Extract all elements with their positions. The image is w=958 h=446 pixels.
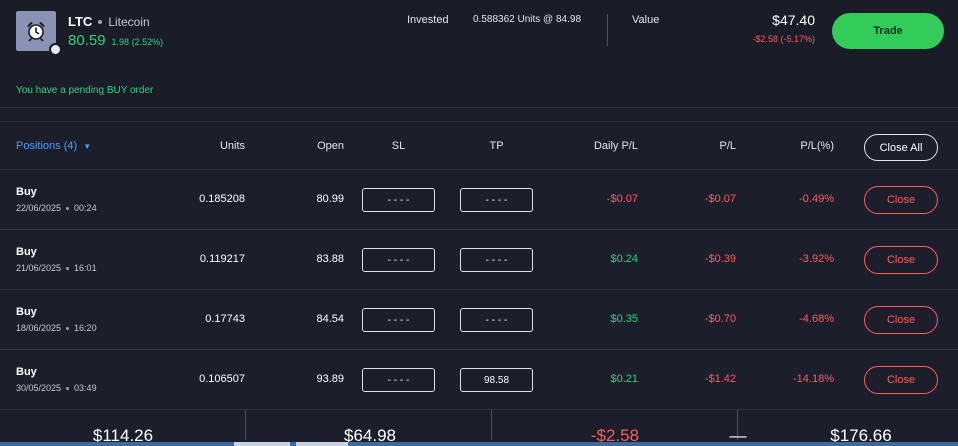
position-units: 0.106507: [199, 373, 245, 385]
separator-dot: [66, 326, 70, 330]
price-line: 80.59 1.98 (2.52%): [68, 32, 163, 49]
close-position-button[interactable]: Close: [864, 246, 938, 274]
table-row[interactable]: Buy 18/06/2025 16:20 0.17743 84.54 - - -…: [0, 290, 958, 350]
position-units: 0.17743: [205, 313, 245, 325]
scrollbar-thumb[interactable]: [234, 442, 290, 446]
table-row[interactable]: Buy 30/05/2025 03:49 0.106507 93.89 - - …: [0, 350, 958, 410]
position-pl-pct: -4.68%: [799, 313, 834, 325]
position-pl: -$1.42: [704, 373, 736, 385]
position-open-rate: 84.54: [316, 313, 344, 325]
totals-footer: $114.26 $64.98 -$2.58 — $176.66: [0, 410, 958, 446]
separator-dot: [66, 386, 70, 390]
take-profit-field[interactable]: - - - -: [460, 188, 533, 212]
stop-loss-field[interactable]: - - - -: [362, 248, 435, 272]
position-daily-pl: $0.21: [610, 373, 638, 385]
invested-value: 0.588362 Units @ 84.98: [473, 14, 582, 25]
position-side: Buy: [16, 366, 37, 378]
invested-label: Invested: [407, 14, 449, 26]
alarm-clock-icon: [27, 22, 45, 42]
instrument-symbol: LTC: [68, 14, 93, 29]
header-sl[interactable]: SL: [362, 140, 435, 152]
trade-button[interactable]: Trade: [832, 13, 944, 49]
table-row[interactable]: Buy 21/06/2025 16:01 0.119217 83.88 - - …: [0, 230, 958, 290]
position-date: 18/06/2025: [16, 323, 62, 333]
close-all-button[interactable]: Close All: [864, 134, 938, 161]
horizontal-scrollbar[interactable]: [0, 442, 958, 446]
header-tp[interactable]: TP: [460, 140, 533, 152]
table-row[interactable]: Buy 22/06/2025 00:24 0.185208 80.99 - - …: [0, 170, 958, 230]
logo-badge: [49, 43, 62, 56]
caret-down-icon: ▼: [83, 142, 92, 151]
current-price: 80.59: [68, 32, 106, 49]
positions-table-header: Positions (4) ▼ Units Open SL TP Daily P…: [0, 123, 958, 170]
value-change: -$2.58 (-5.17%): [752, 34, 815, 44]
position-side: Buy: [16, 306, 37, 318]
pending-order-notice: You have a pending BUY order: [16, 85, 154, 96]
value-label: Value: [632, 14, 660, 26]
stop-loss-field[interactable]: - - - -: [362, 368, 435, 392]
header-pl[interactable]: P/L: [719, 140, 736, 152]
position-datetime: 21/06/2025 16:01: [16, 263, 97, 273]
header-units[interactable]: Units: [220, 140, 245, 152]
position-pl-pct: -0.49%: [799, 193, 834, 205]
position-details-panel: LTC Litecoin 80.59 1.98 (2.52%) Invested…: [0, 0, 958, 446]
symbol-line: LTC Litecoin: [68, 14, 150, 29]
footer-divider: [491, 410, 492, 440]
close-position-button[interactable]: Close: [864, 306, 938, 334]
position-time: 16:20: [74, 323, 97, 333]
position-pl: -$0.39: [704, 253, 736, 265]
stop-loss-field[interactable]: - - - -: [362, 188, 435, 212]
position-side: Buy: [16, 186, 37, 198]
position-pl-pct: -3.92%: [799, 253, 834, 265]
position-datetime: 30/05/2025 03:49: [16, 383, 97, 393]
position-daily-pl: -$0.07: [606, 193, 638, 205]
scrollbar-thumb[interactable]: [296, 442, 348, 446]
position-open-rate: 80.99: [316, 193, 344, 205]
header-pl-pct[interactable]: P/L(%): [800, 140, 834, 152]
position-open-rate: 93.89: [316, 373, 344, 385]
position-daily-pl: $0.24: [610, 253, 638, 265]
position-open-rate: 83.88: [316, 253, 344, 265]
position-time: 03:49: [74, 383, 97, 393]
position-date: 21/06/2025: [16, 263, 62, 273]
separator-dot: [66, 206, 70, 210]
position-date: 22/06/2025: [16, 203, 62, 213]
instrument-name: Litecoin: [108, 14, 150, 29]
position-time: 00:24: [74, 203, 97, 213]
stop-loss-field[interactable]: - - - -: [362, 308, 435, 332]
close-position-button[interactable]: Close: [864, 186, 938, 214]
position-pl: -$0.70: [704, 313, 736, 325]
close-position-button[interactable]: Close: [864, 366, 938, 394]
position-pl: -$0.07: [704, 193, 736, 205]
take-profit-field[interactable]: 98.58: [460, 368, 533, 392]
separator-dot: [98, 19, 103, 24]
position-pl-pct: -14.18%: [793, 373, 834, 385]
header-divider: [607, 14, 608, 46]
positions-count-label: Positions (4): [16, 140, 78, 152]
position-date: 30/05/2025: [16, 383, 62, 393]
take-profit-field[interactable]: - - - -: [460, 248, 533, 272]
position-side: Buy: [16, 246, 37, 258]
price-change: 1.98 (2.52%): [111, 37, 164, 47]
position-units: 0.185208: [199, 193, 245, 205]
separator-dot: [66, 266, 70, 270]
position-time: 16:01: [74, 263, 97, 273]
position-datetime: 18/06/2025 16:20: [16, 323, 97, 333]
take-profit-field[interactable]: - - - -: [460, 308, 533, 332]
section-separator: [0, 108, 958, 122]
positions-dropdown[interactable]: Positions (4) ▼: [16, 140, 91, 152]
footer-divider: [245, 410, 246, 440]
position-datetime: 22/06/2025 00:24: [16, 203, 97, 213]
header-daily-pl[interactable]: Daily P/L: [594, 140, 638, 152]
instrument-header: LTC Litecoin 80.59 1.98 (2.52%) Invested…: [0, 0, 958, 108]
position-units: 0.119217: [199, 253, 245, 265]
position-daily-pl: $0.35: [610, 313, 638, 325]
value-amount: $47.40: [772, 12, 815, 28]
header-open[interactable]: Open: [317, 140, 344, 152]
